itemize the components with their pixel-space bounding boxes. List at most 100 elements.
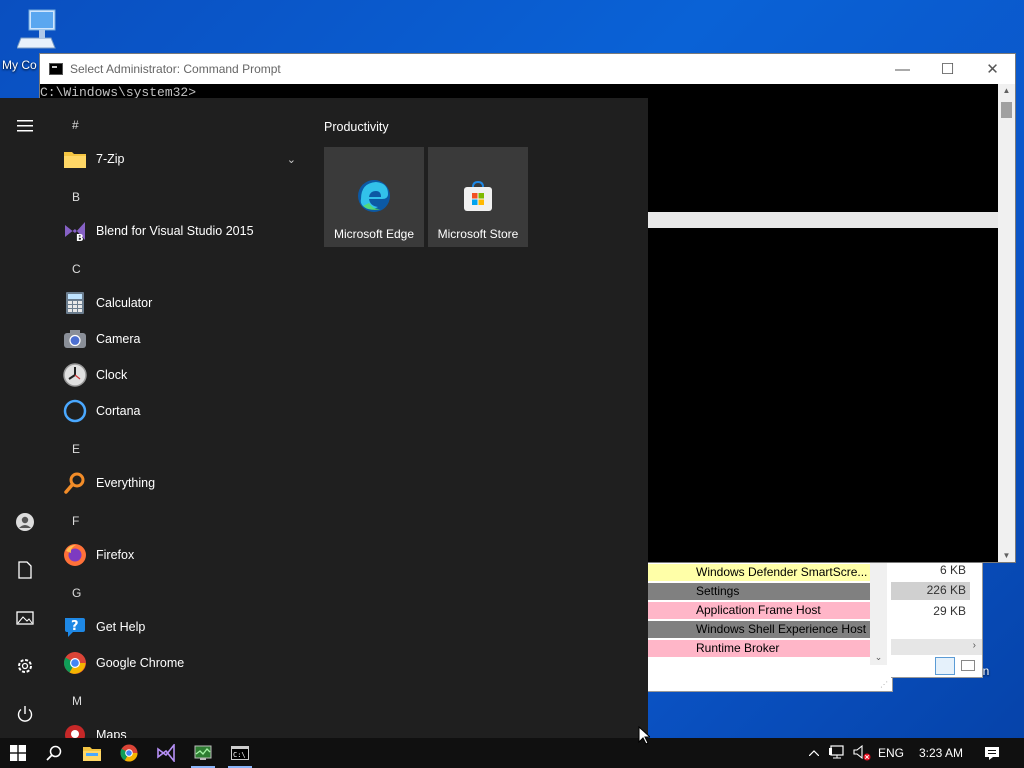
app-7zip[interactable]: 7-Zip ⌄ — [62, 141, 302, 177]
section-letter[interactable]: # — [72, 118, 79, 132]
settings-icon[interactable] — [0, 642, 50, 690]
process-name: Application Frame Host — [696, 603, 821, 617]
window-title: Select Administrator: Command Prompt — [70, 62, 281, 76]
preview-view-icon[interactable] — [961, 660, 975, 671]
mouse-cursor-icon — [638, 725, 652, 750]
cmd-icon: C:\ — [231, 746, 249, 760]
resize-grip-icon[interactable]: ⋰ — [880, 680, 888, 689]
section-letter[interactable]: G — [72, 586, 81, 600]
taskbar-task-manager[interactable] — [185, 738, 221, 768]
size-value: 29 KB — [933, 604, 966, 618]
list-item[interactable]: Runtime Broker — [648, 640, 870, 657]
chrome-icon — [120, 744, 138, 762]
power-icon[interactable] — [0, 690, 50, 738]
tile-group-title[interactable]: Productivity — [324, 120, 389, 134]
process-list-window: Windows Defender SmartScre... Settings A… — [640, 562, 893, 692]
network-button[interactable] — [826, 738, 850, 768]
clock-icon — [62, 362, 88, 388]
close-button[interactable]: ✕ — [970, 54, 1015, 84]
user-icon[interactable] — [0, 498, 50, 546]
chevron-down-icon[interactable]: ⌄ — [287, 153, 296, 166]
app-get-help[interactable]: ? Get Help — [62, 609, 302, 645]
app-label: Blend for Visual Studio 2015 — [96, 224, 254, 238]
chrome-icon — [62, 650, 88, 676]
section-letter[interactable]: M — [72, 694, 82, 708]
vertical-scrollbar[interactable]: ▲ ▼ — [998, 84, 1015, 562]
folder-icon — [83, 746, 101, 761]
action-center-button[interactable] — [974, 738, 1010, 768]
scroll-up-icon[interactable]: ▲ — [998, 86, 1015, 95]
section-letter[interactable]: B — [72, 190, 80, 204]
hamburger-icon[interactable] — [0, 102, 50, 150]
speaker-muted-icon — [853, 745, 871, 761]
app-calculator[interactable]: Calculator — [62, 285, 302, 321]
list-item[interactable]: Settings — [648, 583, 870, 600]
app-label: Google Chrome — [96, 656, 185, 670]
app-cortana[interactable]: Cortana — [62, 393, 302, 429]
desktop-icon-label: My Co — [2, 58, 37, 72]
clock[interactable]: 3:23 AM — [908, 738, 974, 768]
taskbar-visual-studio[interactable] — [148, 738, 184, 768]
app-label: Maps — [96, 728, 127, 738]
scroll-thumb[interactable] — [1001, 102, 1012, 118]
computer-icon — [16, 8, 57, 52]
tile-microsoft-store[interactable]: Microsoft Store — [428, 147, 528, 247]
text-selection-highlight — [648, 212, 999, 228]
firefox-icon — [62, 542, 88, 568]
app-camera[interactable]: Camera — [62, 321, 302, 357]
input-language[interactable]: ENG — [874, 738, 908, 768]
chevron-down-icon[interactable]: ⌄ — [870, 652, 887, 663]
desktop-icon-my-computer[interactable]: My Co — [2, 8, 72, 72]
details-pane: 6 KB 226 KB 29 KB › — [891, 562, 983, 678]
tile-microsoft-edge[interactable]: Microsoft Edge — [324, 147, 424, 247]
taskbar-command-prompt[interactable]: C:\ — [222, 738, 258, 768]
section-letter[interactable]: C — [72, 262, 81, 276]
calculator-icon — [62, 290, 88, 316]
size-value: 6 KB — [939, 563, 966, 577]
minimize-button[interactable]: — — [880, 54, 925, 84]
section-letter[interactable]: E — [72, 442, 80, 456]
start-rail — [0, 98, 50, 738]
app-maps[interactable]: Maps — [62, 717, 302, 738]
start-button[interactable] — [0, 738, 36, 768]
details-view-icon[interactable] — [935, 657, 955, 675]
documents-icon[interactable] — [0, 546, 50, 594]
maximize-button[interactable]: ☐ — [925, 54, 970, 84]
taskbar-chrome[interactable] — [111, 738, 147, 768]
chevron-right-icon[interactable]: › — [973, 640, 976, 651]
tile-label: Microsoft Edge — [333, 227, 415, 241]
scroll-down-icon[interactable]: ▼ — [998, 551, 1015, 560]
app-list[interactable]: # 7-Zip ⌄ B B Blend for Visual Studio 20… — [50, 98, 310, 738]
process-name: Windows Defender SmartScre... — [696, 565, 868, 579]
volume-button[interactable] — [850, 738, 874, 768]
app-blend[interactable]: B Blend for Visual Studio 2015 — [62, 213, 302, 249]
taskbar: C:\ ENG 3:23 AM — [0, 738, 1024, 768]
search-button[interactable] — [36, 738, 72, 768]
list-item[interactable]: Windows Shell Experience Host — [648, 621, 870, 638]
app-clock[interactable]: Clock — [62, 357, 302, 393]
windows-logo-icon — [10, 745, 26, 761]
store-icon — [461, 179, 495, 213]
help-icon: ? — [62, 614, 88, 640]
pictures-icon[interactable] — [0, 594, 50, 642]
task-manager-icon — [194, 745, 212, 760]
maps-icon — [62, 722, 88, 738]
title-bar[interactable]: Select Administrator: Command Prompt — ☐… — [40, 54, 1015, 84]
app-label: Everything — [96, 476, 156, 490]
chevron-up-icon — [809, 750, 819, 756]
show-hidden-icons-button[interactable] — [804, 738, 824, 768]
app-label: Firefox — [96, 548, 135, 562]
cortana-icon — [62, 398, 88, 424]
app-firefox[interactable]: Firefox — [62, 537, 302, 573]
app-google-chrome[interactable]: Google Chrome — [62, 645, 302, 681]
blend-icon: B — [62, 218, 88, 244]
horizontal-scrollbar[interactable]: › — [891, 639, 982, 655]
app-everything[interactable]: Everything — [62, 465, 302, 501]
svg-text:B: B — [76, 233, 84, 243]
list-item[interactable]: Application Frame Host — [648, 602, 870, 619]
vertical-scrollbar[interactable]: ⌄ — [870, 563, 887, 665]
list-item[interactable]: Windows Defender SmartScre... — [648, 564, 870, 581]
taskbar-file-explorer[interactable] — [74, 738, 110, 768]
svg-text:?: ? — [71, 619, 79, 634]
section-letter[interactable]: F — [72, 514, 79, 528]
